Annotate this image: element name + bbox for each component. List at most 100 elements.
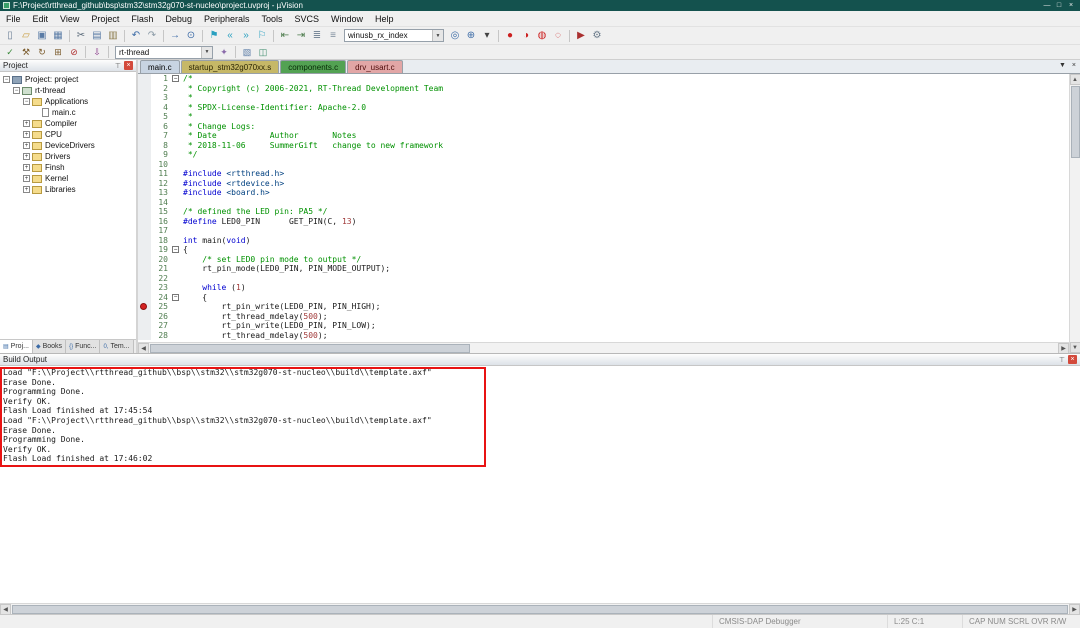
fold-margin[interactable]: −	[171, 293, 181, 303]
tab-close-icon[interactable]: ×	[1072, 62, 1076, 69]
breakpoint-gutter[interactable]	[138, 121, 151, 131]
translate-file-icon[interactable]: ✓	[2, 46, 18, 58]
code-line[interactable]: 7 * Date Author Notes	[138, 131, 1069, 141]
code-line[interactable]: 21 rt_pin_mode(LED0_PIN, PIN_MODE_OUTPUT…	[138, 264, 1069, 274]
editor-tab-components-c[interactable]: components.c	[280, 60, 347, 73]
code-line[interactable]: 8 * 2018-11-06 SummerGift change to new …	[138, 140, 1069, 151]
save-all-icon[interactable]: ▦	[50, 29, 66, 43]
zoom-icon[interactable]: ⊕	[463, 29, 479, 43]
disable-all-breakpoints-icon[interactable]: ◍	[534, 29, 550, 43]
code-line[interactable]: 18 int main(void)	[138, 235, 1069, 246]
code-line[interactable]: 6 * Change Logs:	[138, 121, 1069, 132]
scroll-left-icon[interactable]: ◀	[138, 342, 149, 354]
tree-item-devicedrivers[interactable]: + DeviceDrivers	[0, 140, 136, 151]
breakpoint-gutter[interactable]	[138, 226, 151, 236]
code-line[interactable]: 17	[138, 226, 1069, 236]
tree-expander-icon[interactable]: +	[23, 131, 30, 138]
kill-all-breakpoints-icon[interactable]: ◌	[550, 29, 566, 43]
indent-left-icon[interactable]: ⇤	[277, 29, 293, 43]
tree-expander-icon[interactable]: −	[13, 87, 20, 94]
breakpoint-gutter[interactable]	[138, 235, 151, 245]
fold-margin[interactable]	[171, 188, 181, 198]
code-line[interactable]: 23 while (1)	[138, 283, 1069, 293]
breakpoint-gutter[interactable]	[138, 159, 151, 169]
stop-build-icon[interactable]: ⊘	[66, 46, 82, 58]
fold-margin[interactable]	[171, 264, 181, 274]
bookmark-clear-all-icon[interactable]: ⚐	[254, 29, 270, 43]
tree-expander-icon[interactable]: +	[23, 142, 30, 149]
breakpoint-gutter[interactable]	[138, 112, 151, 122]
fold-margin[interactable]	[171, 312, 181, 322]
fold-margin[interactable]	[171, 321, 181, 331]
fold-toggle-icon[interactable]: −	[172, 293, 179, 301]
tree-expander-icon[interactable]: +	[23, 164, 30, 171]
breakpoint-gutter[interactable]	[138, 264, 151, 274]
menu-window[interactable]: Window	[325, 14, 369, 24]
breakpoint-gutter[interactable]	[138, 131, 151, 141]
redo-icon[interactable]: ↷	[144, 29, 160, 43]
fold-margin[interactable]	[171, 160, 181, 170]
copy-icon[interactable]: ▤	[89, 29, 105, 43]
fold-margin[interactable]	[171, 207, 181, 217]
code-line[interactable]: 11 #include <rtthread.h>	[138, 169, 1069, 179]
fold-margin[interactable]	[171, 169, 181, 179]
file-extensions-icon[interactable]: ▧	[239, 46, 255, 58]
build-hscroll-thumb[interactable]	[12, 604, 1068, 614]
start-stop-debug-icon[interactable]: ▶	[573, 29, 589, 43]
manage-rte-icon[interactable]: ◫	[255, 46, 271, 58]
fold-margin[interactable]	[171, 103, 181, 113]
panel-tab-func[interactable]: {} Func...	[66, 340, 101, 353]
bookmark-prev-icon[interactable]: «	[222, 29, 238, 43]
menu-view[interactable]: View	[54, 14, 85, 24]
tree-item-libraries[interactable]: + Libraries	[0, 184, 136, 195]
tree-item-compiler[interactable]: + Compiler	[0, 118, 136, 129]
build-output-pin-icon[interactable]: ⊤	[1059, 356, 1065, 364]
breakpoint-gutter[interactable]	[138, 254, 151, 264]
breakpoint-gutter[interactable]	[138, 169, 151, 179]
fold-margin[interactable]	[171, 150, 181, 160]
code-line[interactable]: 1−/*	[138, 74, 1069, 84]
code-line[interactable]: 13 #include <board.h>	[138, 188, 1069, 198]
tree-item-drivers[interactable]: + Drivers	[0, 151, 136, 162]
fold-margin[interactable]	[171, 131, 181, 141]
build-scroll-right-icon[interactable]: ▶	[1069, 603, 1080, 615]
tree-item-applications[interactable]: − Applications	[0, 96, 136, 107]
uncomment-selection-icon[interactable]: ≡	[325, 29, 341, 43]
breakpoint-gutter[interactable]	[138, 178, 151, 188]
fold-margin[interactable]	[171, 302, 181, 312]
code-line[interactable]: 19−{	[138, 245, 1069, 255]
build-output-content[interactable]: Load "F:\\Project\\rtthread_github\\bsp\…	[0, 366, 1080, 603]
menu-help[interactable]: Help	[369, 14, 400, 24]
insert-breakpoint-icon[interactable]: ●	[502, 29, 518, 43]
fold-margin[interactable]	[171, 112, 181, 122]
fold-margin[interactable]	[171, 255, 181, 265]
editor-tab-startup-stm32g070xx-s[interactable]: startup_stm32g070xx.s	[180, 60, 280, 73]
target-select-combo[interactable]: rt-thread ▼	[115, 45, 213, 59]
scroll-down-icon[interactable]: ▼	[1069, 342, 1080, 353]
breakpoint-gutter[interactable]	[138, 188, 151, 198]
code-line[interactable]: 15 /* defined the LED pin: PA5 */	[138, 207, 1069, 217]
find-in-files-icon[interactable]: ◎	[447, 29, 463, 43]
tree-expander-icon[interactable]: +	[23, 186, 30, 193]
menu-file[interactable]: File	[0, 14, 27, 24]
fold-margin[interactable]	[171, 283, 181, 293]
fold-margin[interactable]	[171, 217, 181, 227]
tree-expander-icon[interactable]: +	[23, 120, 30, 127]
tree-expander-icon[interactable]: +	[23, 175, 30, 182]
undo-icon[interactable]: ↶	[128, 29, 144, 43]
editor-tab-main-c[interactable]: main.c	[140, 60, 180, 73]
fold-margin[interactable]	[171, 236, 181, 246]
code-line[interactable]: 24− {	[138, 292, 1069, 303]
fold-toggle-icon[interactable]: −	[172, 246, 179, 253]
code-line[interactable]: 20 /* set LED0 pin mode to output */	[138, 254, 1069, 265]
fold-toggle-icon[interactable]: −	[172, 75, 179, 82]
scroll-up-icon[interactable]: ▲	[1069, 74, 1080, 85]
fold-margin[interactable]	[171, 122, 181, 132]
code-line[interactable]: 22	[138, 273, 1069, 283]
find-text-combo-dropdown-arrow[interactable]: ▼	[432, 30, 443, 41]
fold-margin[interactable]	[171, 141, 181, 151]
tree-expander-icon[interactable]: −	[23, 98, 30, 105]
breakpoint-gutter[interactable]	[138, 216, 151, 226]
build-scroll-left-icon[interactable]: ◀	[0, 603, 11, 615]
breakpoint-gutter[interactable]	[138, 102, 151, 112]
